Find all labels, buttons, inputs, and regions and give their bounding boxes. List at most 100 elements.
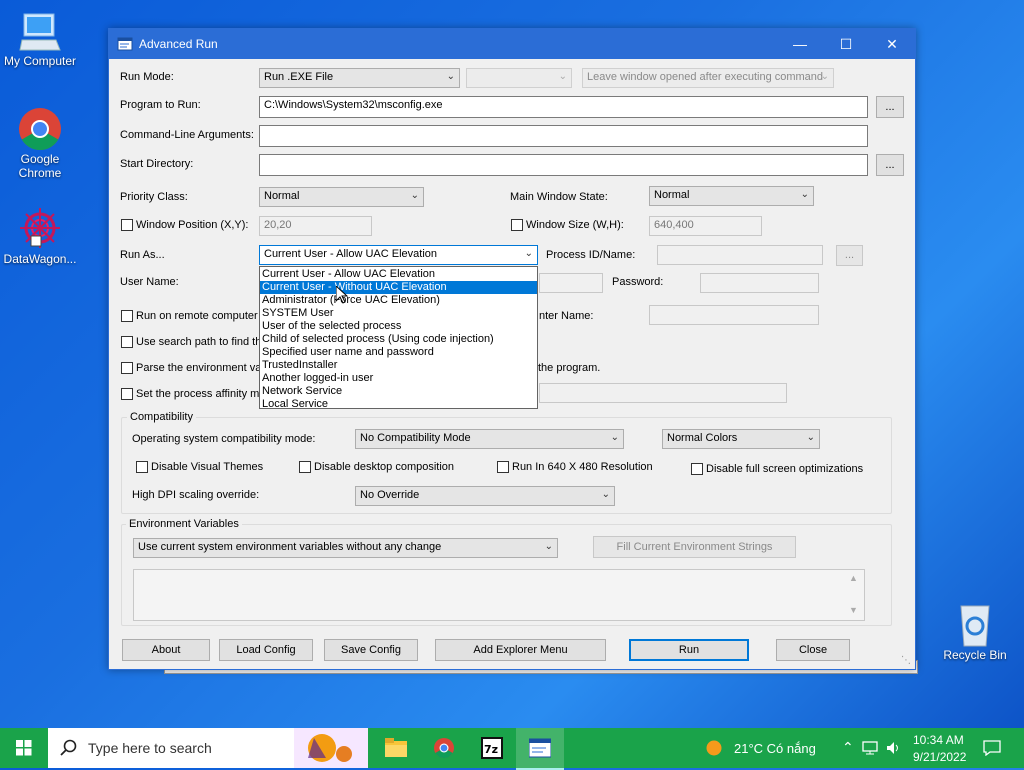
taskbar-file-explorer[interactable] [372, 728, 420, 768]
load-config-button[interactable]: Load Config [219, 639, 313, 661]
user-name-input[interactable] [539, 273, 603, 293]
taskbar-7zip[interactable]: 7z [468, 728, 516, 768]
startdir-input[interactable] [259, 154, 868, 176]
leave-window-value: Leave window opened after executing comm… [587, 71, 824, 83]
run-640-label: Run In 640 X 480 Resolution [512, 461, 653, 473]
taskbar-search-box[interactable]: Type here to search [48, 728, 368, 768]
scroll-down-icon[interactable]: ▼ [849, 605, 858, 615]
password-label: Password: [612, 276, 664, 288]
desktop-icon-label: My Computer [3, 54, 77, 68]
desktop-icon-recycle-bin[interactable]: Recycle Bin [935, 600, 1015, 662]
clock-date[interactable]: 9/21/2022 [913, 750, 966, 764]
run-as-option[interactable]: TrustedInstaller [260, 359, 537, 372]
run-as-select[interactable]: Current User - Allow UAC Elevation ⌄ [259, 245, 538, 265]
computer-name-input[interactable] [649, 305, 819, 325]
cmdline-label: Command-Line Arguments: [120, 129, 254, 141]
run-as-option[interactable]: Administrator (Force UAC Elevation) [260, 294, 537, 307]
close-window-button[interactable]: ✕ [869, 29, 915, 59]
maximize-button[interactable]: ☐ [823, 29, 869, 59]
os-mode-select[interactable]: No Compatibility Mode ⌄ [355, 429, 624, 449]
affinity-checkbox[interactable] [121, 388, 133, 400]
remote-computer-checkbox[interactable] [121, 310, 133, 322]
run-as-option-selected[interactable]: Current User - Without UAC Elevation [260, 281, 537, 294]
scroll-up-icon[interactable]: ▲ [849, 573, 858, 583]
desktop-icon-datawagon[interactable]: DataWagon... [0, 206, 80, 266]
desktop-icon-google-chrome[interactable]: Google Chrome [0, 106, 80, 180]
environment-textarea[interactable] [133, 569, 865, 621]
process-input[interactable] [657, 245, 823, 265]
about-button[interactable]: About [122, 639, 210, 661]
window-size-checkbox[interactable] [511, 219, 523, 231]
browse-startdir-button[interactable]: ... [876, 154, 904, 176]
run-mode-secondary-select[interactable]: ⌄ [466, 68, 572, 88]
weather-sun-icon[interactable] [706, 740, 722, 756]
run-as-option[interactable]: Current User - Allow UAC Elevation [260, 268, 537, 281]
main-window-state-select[interactable]: Normal ⌄ [649, 186, 814, 206]
colors-select[interactable]: Normal Colors ⌄ [662, 429, 820, 449]
priority-label: Priority Class: [120, 191, 188, 203]
parse-env-suffix: the program. [538, 362, 601, 374]
run-as-option[interactable]: Another logged-in user [260, 372, 537, 385]
priority-select[interactable]: Normal ⌄ [259, 187, 424, 207]
search-placeholder: Type here to search [88, 740, 212, 756]
start-button[interactable] [0, 728, 48, 768]
run-as-option[interactable]: Specified user name and password [260, 346, 537, 359]
desktop-icon-my-computer[interactable]: My Computer [0, 8, 80, 68]
app-icon [529, 738, 551, 758]
environment-mode-select[interactable]: Use current system environment variables… [133, 538, 558, 558]
run-button[interactable]: Run [629, 639, 749, 661]
leave-window-select[interactable]: Leave window opened after executing comm… [582, 68, 834, 88]
run-as-option[interactable]: Child of selected process (Using code in… [260, 333, 537, 346]
run-as-option[interactable]: User of the selected process [260, 320, 537, 333]
taskbar-chrome[interactable] [420, 728, 468, 768]
save-config-button[interactable]: Save Config [324, 639, 418, 661]
affinity-input[interactable] [539, 383, 787, 403]
disable-desktop-composition-checkbox[interactable] [299, 461, 311, 473]
parse-env-checkbox[interactable] [121, 362, 133, 374]
os-mode-label: Operating system compatibility mode: [132, 433, 316, 445]
os-mode-value: No Compatibility Mode [360, 432, 471, 444]
browse-program-button[interactable]: ... [876, 96, 904, 118]
dpi-select[interactable]: No Override ⌄ [355, 486, 615, 506]
folder-icon [385, 738, 407, 757]
chevron-up-icon[interactable]: ⌃ [842, 739, 854, 756]
window-position-checkbox[interactable] [121, 219, 133, 231]
parse-env-label: Parse the environment va [136, 362, 262, 374]
minimize-button[interactable]: — [777, 29, 823, 59]
run-as-option[interactable]: Network Service [260, 385, 537, 398]
volume-icon[interactable] [886, 741, 902, 755]
add-explorer-menu-button[interactable]: Add Explorer Menu [435, 639, 606, 661]
browse-process-button[interactable]: ... [836, 245, 863, 266]
chrome-icon [19, 108, 61, 151]
run-mode-select[interactable]: Run .EXE File ⌄ [259, 68, 460, 88]
title-bar[interactable]: Advanced Run — ☐ ✕ [109, 29, 915, 59]
run-as-option[interactable]: Local Service [260, 398, 537, 411]
run-as-option[interactable]: SYSTEM User [260, 307, 537, 320]
run-640-checkbox[interactable] [497, 461, 509, 473]
run-as-dropdown-list[interactable]: Current User - Allow UAC Elevation Curre… [259, 266, 538, 411]
datawagon-icon [20, 208, 60, 248]
window-size-input[interactable]: 640,400 [649, 216, 762, 236]
window-position-input[interactable]: 20,20 [259, 216, 372, 236]
window-size-label: Window Size (W,H): [526, 219, 624, 231]
program-input[interactable]: C:\Windows\System32\msconfig.exe [259, 96, 868, 118]
mouse-cursor-icon [336, 286, 348, 304]
password-input[interactable] [700, 273, 819, 293]
fill-environment-button[interactable]: Fill Current Environment Strings [593, 536, 796, 558]
notification-icon[interactable] [983, 740, 1001, 756]
search-path-checkbox[interactable] [121, 336, 133, 348]
resize-grip-icon[interactable]: ⋱ [901, 655, 911, 666]
close-button[interactable]: Close [776, 639, 850, 661]
network-icon[interactable] [862, 741, 880, 755]
program-label: Program to Run: [120, 99, 201, 111]
chevron-down-icon: ⌄ [601, 489, 610, 500]
cmdline-input[interactable] [259, 125, 868, 147]
desktop-icon-label: DataWagon... [3, 252, 77, 266]
run-as-label: Run As... [120, 249, 165, 261]
weather-text[interactable]: 21°C Có nắng [734, 741, 816, 756]
taskbar-advanced-run[interactable] [516, 728, 564, 770]
disable-visual-themes-checkbox[interactable] [136, 461, 148, 473]
disable-fullscreen-opt-checkbox[interactable] [691, 463, 703, 475]
clock-time[interactable]: 10:34 AM [913, 733, 964, 747]
computer-name-label: nter Name: [539, 310, 594, 322]
